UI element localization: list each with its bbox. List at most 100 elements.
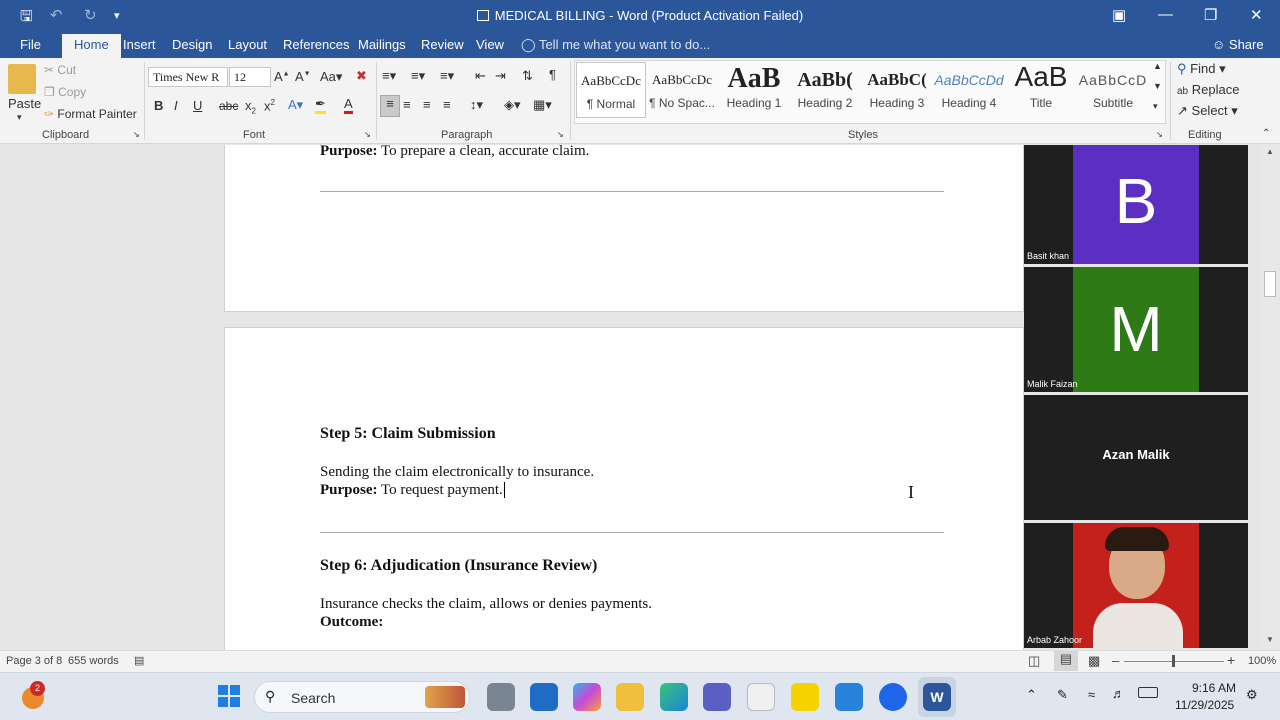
edge-icon[interactable] — [660, 683, 688, 711]
clipboard-launcher-icon[interactable]: ↘ — [133, 130, 140, 139]
volume-icon[interactable]: ♬ — [1112, 686, 1125, 701]
bold-icon[interactable]: B — [154, 98, 163, 113]
sort-icon[interactable]: ⇅ — [522, 68, 533, 84]
justify-icon[interactable]: ≡ — [443, 97, 451, 112]
paste-dropdown-icon[interactable]: ▾ — [17, 112, 22, 123]
style-heading-1[interactable]: AaB Heading 1 — [719, 62, 789, 118]
tab-file[interactable]: File — [20, 37, 41, 52]
word-count[interactable]: 655 words — [68, 655, 119, 667]
word-icon[interactable]: W — [923, 683, 951, 711]
tab-layout[interactable]: Layout — [228, 37, 267, 52]
paste-button[interactable]: Paste — [8, 96, 41, 111]
style-no-spacing[interactable]: AaBbCcDc ¶ No Spac... — [647, 62, 717, 118]
page-3[interactable]: Step 5: Claim Submission Sending the cla… — [224, 327, 1024, 650]
tab-insert[interactable]: Insert — [123, 37, 156, 52]
superscript-icon[interactable]: x2 — [264, 98, 275, 113]
read-mode-icon[interactable]: ◫ — [1028, 653, 1040, 669]
bullets-icon[interactable]: ≡▾ — [382, 68, 396, 84]
style-heading-4[interactable]: AaBbCcDd Heading 4 — [934, 62, 1004, 118]
file-explorer-icon[interactable] — [616, 683, 644, 711]
tab-mailings[interactable]: Mailings — [358, 37, 406, 52]
gallery-down-icon[interactable]: ▼ — [1153, 81, 1162, 91]
step6-heading[interactable]: Step 6: Adjudication (Insurance Review) — [320, 557, 597, 575]
participant-tile[interactable]: B Basit khan — [1024, 145, 1248, 264]
tab-view[interactable]: View — [476, 37, 504, 52]
pen-icon[interactable]: ✎ — [1057, 687, 1068, 703]
align-right-icon[interactable]: ≡ — [423, 97, 431, 112]
font-launcher-icon[interactable]: ↘ — [364, 130, 371, 139]
style-heading-2[interactable]: AaBb(Heading 2 — [790, 62, 860, 118]
paste-icon[interactable] — [8, 64, 36, 94]
page-2[interactable]: Purpose: To prepare a clean, accurate cl… — [224, 145, 1024, 312]
taskbar-search-box[interactable]: ⚲ Search — [254, 681, 470, 713]
zoom-icon[interactable] — [879, 683, 907, 711]
store-icon[interactable] — [747, 683, 775, 711]
replace-button[interactable]: ab Replace — [1177, 82, 1239, 97]
style-heading-3[interactable]: AaBbC(Heading 3 — [862, 62, 932, 118]
document-area[interactable]: Purpose: To prepare a clean, accurate cl… — [0, 145, 1280, 650]
shrink-font-icon[interactable]: A▼ — [295, 69, 311, 84]
clock-date[interactable]: 11/29/2025 — [1175, 698, 1234, 712]
subscript-icon[interactable]: x2 — [245, 98, 256, 116]
strikethrough-icon[interactable]: abc — [219, 99, 238, 113]
share-button[interactable]: ☺ Share — [1212, 37, 1264, 52]
style-normal[interactable]: AaBbCcDc ¶ Normal — [576, 62, 646, 118]
restore-icon[interactable]: ❐ — [1204, 6, 1217, 24]
clear-formatting-icon[interactable]: ✖ — [356, 68, 367, 84]
show-formatting-icon[interactable]: ¶ — [549, 67, 556, 82]
paint-icon[interactable] — [835, 683, 863, 711]
collapse-ribbon-icon[interactable]: ⌃ — [1262, 128, 1270, 139]
purpose-paragraph[interactable]: Purpose: To prepare a clean, accurate cl… — [320, 145, 589, 160]
shading-icon[interactable]: ◈▾ — [504, 97, 521, 113]
tab-references[interactable]: References — [283, 37, 349, 52]
font-size-combo[interactable]: 12 — [229, 67, 271, 87]
page-count[interactable]: Page 3 of 8 — [6, 655, 62, 667]
outlook-icon[interactable] — [530, 683, 558, 711]
cut-button[interactable]: ✂ Cut — [44, 63, 76, 77]
zoom-in-icon[interactable]: + — [1227, 652, 1235, 668]
italic-icon[interactable]: I — [174, 98, 178, 113]
copy-button[interactable]: ❐ Copy — [44, 85, 86, 99]
show-hidden-icons[interactable]: ⌃ — [1026, 687, 1037, 703]
paragraph-launcher-icon[interactable]: ↘ — [557, 130, 564, 139]
numbering-icon[interactable]: ≡▾ — [411, 68, 425, 84]
tab-design[interactable]: Design — [172, 37, 212, 52]
tab-home[interactable]: Home — [62, 34, 121, 58]
participant-tile[interactable]: Azan Malik — [1024, 395, 1248, 520]
find-button[interactable]: ⚲ Find ▾ — [1177, 61, 1226, 77]
line-spacing-icon[interactable]: ↕▾ — [470, 97, 483, 113]
styles-launcher-icon[interactable]: ↘ — [1156, 130, 1163, 139]
highlight-icon[interactable]: ✒ — [315, 97, 326, 114]
step6-body[interactable]: Insurance checks the claim, allows or de… — [320, 596, 652, 613]
step6-outcome[interactable]: Outcome: — [320, 614, 383, 631]
zoom-out-icon[interactable]: – — [1112, 653, 1119, 668]
notifications-icon[interactable]: ⚙ — [1246, 687, 1258, 703]
step5-body[interactable]: Sending the claim electronically to insu… — [320, 464, 594, 481]
multilevel-list-icon[interactable]: ≡▾ — [440, 68, 454, 84]
clock-time[interactable]: 9:16 AM — [1192, 681, 1236, 695]
start-icon[interactable] — [218, 685, 240, 707]
decrease-indent-icon[interactable]: ⇤ — [475, 68, 486, 84]
select-button[interactable]: ↗ Select ▾ — [1177, 103, 1238, 119]
sticky-notes-icon[interactable] — [791, 683, 819, 711]
tell-me-box[interactable]: ◯ Tell me what you want to do... — [521, 37, 710, 53]
gallery-more-icon[interactable]: ▾ — [1153, 101, 1158, 112]
minimize-icon[interactable]: — — [1158, 6, 1173, 23]
align-left-icon[interactable]: ≡ — [380, 95, 400, 117]
grow-font-icon[interactable]: A▲ — [274, 69, 290, 84]
battery-icon[interactable] — [1138, 687, 1158, 698]
web-layout-icon[interactable]: ▩ — [1088, 653, 1100, 669]
ribbon-display-options-icon[interactable]: ▣ — [1112, 6, 1126, 24]
align-center-icon[interactable]: ≡ — [403, 97, 411, 112]
step5-heading[interactable]: Step 5: Claim Submission — [320, 425, 496, 443]
close-icon[interactable]: ✕ — [1250, 6, 1263, 24]
wifi-icon[interactable]: ≈ — [1088, 687, 1095, 702]
print-layout-icon[interactable]: ▤ — [1054, 651, 1078, 671]
change-case-icon[interactable]: Aa▾ — [320, 69, 342, 85]
copilot-icon[interactable] — [573, 683, 601, 711]
scroll-down-icon[interactable]: ▼ — [1266, 635, 1274, 644]
participant-tile[interactable]: M Malik Faizan — [1024, 267, 1248, 392]
style-subtitle[interactable]: AaBbCcD Subtitle — [1078, 62, 1148, 118]
proofing-icon[interactable]: ▤ — [134, 654, 144, 667]
gallery-up-icon[interactable]: ▲ — [1153, 61, 1162, 71]
